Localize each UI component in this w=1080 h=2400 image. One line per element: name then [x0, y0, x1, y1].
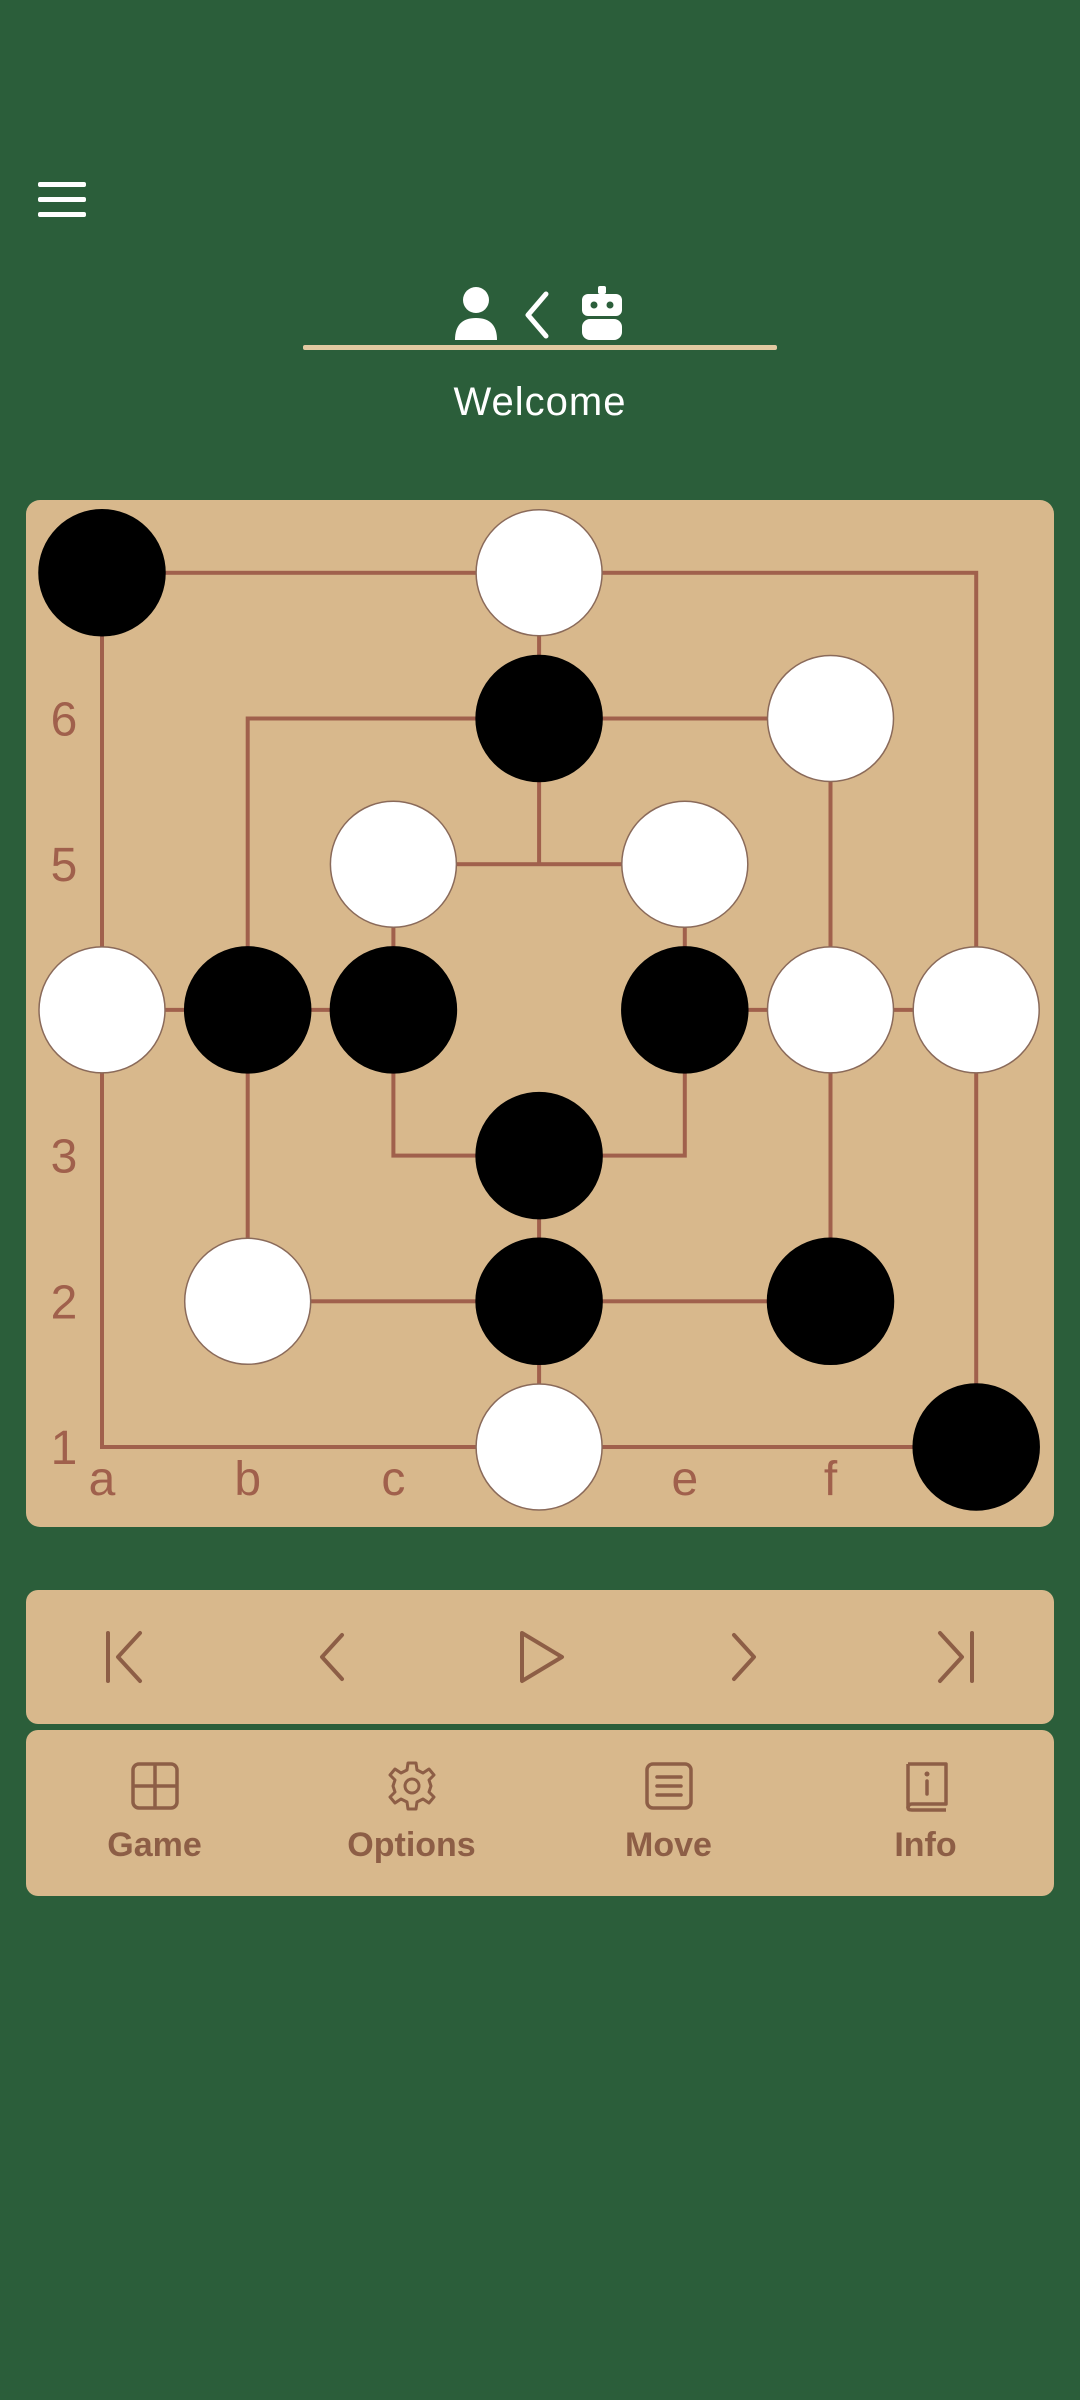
board-svg[interactable]: 1 2 3 5 6 a b c e f	[26, 500, 1054, 1527]
robot-icon	[582, 286, 622, 340]
tab-options-label: Options	[347, 1826, 476, 1864]
tab-game-label: Game	[107, 1826, 202, 1864]
tab-game[interactable]: Game	[26, 1730, 283, 1896]
rank-label: 6	[51, 694, 78, 747]
black-piece-d3[interactable]	[475, 1091, 603, 1220]
tab-move[interactable]: Move	[540, 1730, 797, 1896]
white-piece-c5[interactable]	[329, 800, 458, 928]
step-back-icon[interactable]	[290, 1615, 374, 1699]
white-piece-b2[interactable]	[183, 1237, 312, 1366]
gear-icon	[388, 1761, 436, 1811]
rank-label: 5	[51, 839, 78, 892]
menu-button[interactable]	[30, 170, 96, 230]
list-icon	[645, 1762, 693, 1810]
file-label: c	[381, 1453, 405, 1506]
skip-to-first-icon[interactable]	[86, 1615, 170, 1699]
black-piece-d2[interactable]	[475, 1237, 603, 1366]
rank-label: 2	[51, 1276, 78, 1329]
white-piece-g4[interactable]	[912, 946, 1040, 1074]
turn-indicator-line	[303, 345, 777, 350]
rank-label: 1	[51, 1422, 78, 1475]
file-label: a	[89, 1453, 116, 1506]
file-label: b	[234, 1453, 261, 1506]
black-piece-a7[interactable]	[38, 509, 166, 637]
status-message: Welcome	[453, 380, 627, 424]
bottom-tab-bar: Game Options Move Info	[26, 1730, 1054, 1896]
white-piece-d7[interactable]	[475, 509, 603, 637]
white-piece-a4[interactable]	[38, 946, 166, 1074]
white-piece-f4[interactable]	[766, 946, 895, 1074]
black-piece-b4[interactable]	[183, 946, 312, 1074]
white-piece-d1[interactable]	[475, 1383, 603, 1511]
white-piece-f6[interactable]	[766, 654, 895, 783]
hamburger-menu-icon	[38, 182, 86, 187]
chevron-left-icon	[525, 291, 549, 339]
white-piece-e5[interactable]	[621, 800, 749, 928]
black-piece-c4[interactable]	[329, 946, 458, 1074]
rank-label: 3	[51, 1131, 78, 1184]
tab-options[interactable]: Options	[283, 1730, 540, 1896]
file-label: e	[671, 1453, 698, 1506]
move-navigation-bar	[26, 1590, 1054, 1724]
game-board[interactable]: 1 2 3 5 6 a b c e f	[26, 500, 1054, 1527]
black-piece-g1[interactable]	[912, 1383, 1040, 1511]
tab-info-label: Info	[894, 1826, 957, 1864]
skip-to-last-icon[interactable]	[910, 1615, 994, 1699]
black-piece-d6[interactable]	[475, 654, 603, 783]
person-icon	[455, 287, 497, 340]
black-piece-f2[interactable]	[766, 1237, 895, 1366]
step-forward-icon[interactable]	[702, 1615, 786, 1699]
grid-icon	[131, 1762, 179, 1810]
tab-move-label: Move	[625, 1826, 712, 1864]
book-info-icon	[906, 1762, 948, 1812]
file-label: f	[824, 1453, 838, 1506]
play-icon[interactable]	[498, 1615, 582, 1699]
black-piece-e4[interactable]	[621, 946, 749, 1074]
tab-info[interactable]: Info	[797, 1730, 1054, 1896]
